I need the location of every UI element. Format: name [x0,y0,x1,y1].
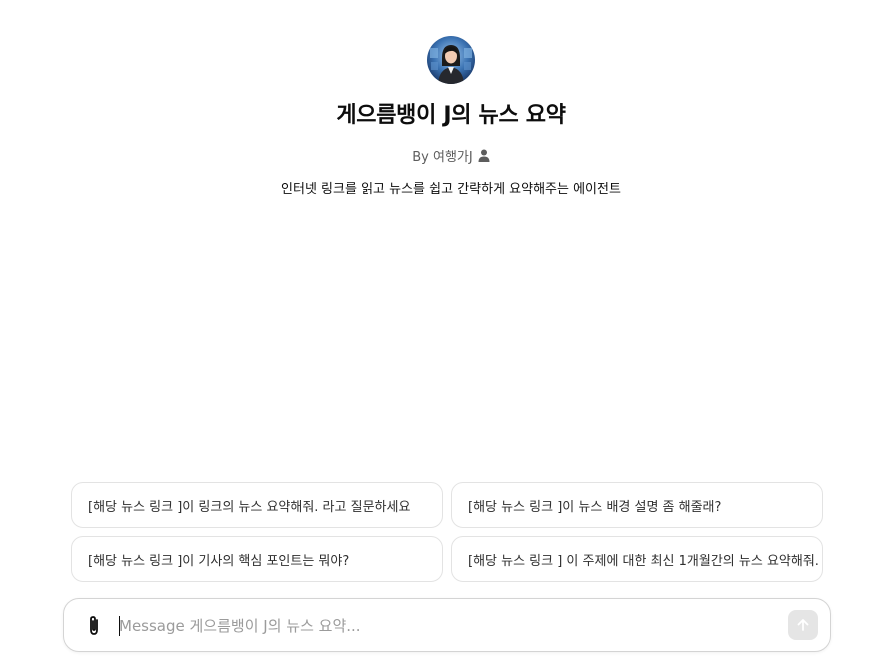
profile-avatar [427,36,475,84]
starter-label: [해당 뉴스 링크 ] 이 주제에 대한 최신 1개월간의 뉴스 요약해줘. [468,553,819,569]
starter-label: [해당 뉴스 링크 ]이 뉴스 배경 설명 좀 해줄래? [468,499,722,515]
conversation-starter[interactable]: [해당 뉴스 링크 ]이 뉴스 배경 설명 좀 해줄래? [451,482,823,528]
starter-label: [해당 뉴스 링크 ]이 링크의 뉴스 요약해줘. 라고 질문하세요 [88,499,411,515]
paperclip-icon [90,616,98,635]
gpt-byline: By 여행가J [0,146,887,165]
person-icon [478,149,490,162]
send-button[interactable] [788,610,818,640]
byline-text: By 여행가J [412,150,473,165]
conversation-starter[interactable]: [해당 뉴스 링크 ]이 링크의 뉴스 요약해줘. 라고 질문하세요 [71,482,443,528]
gpt-avatar [427,36,475,84]
message-composer [63,598,831,652]
gpt-title: 게으름뱅이 J의 뉴스 요약 [336,103,566,128]
arrow-up-icon [797,619,809,631]
text-cursor [119,616,120,636]
starter-label: [해당 뉴스 링크 ]이 기사의 핵심 포인트는 뭐야? [88,553,350,569]
chat-page: 게으름뱅이 J의 뉴스 요약 By 여행가J 인터넷 링크를 읽고 뉴스를 쉽고… [0,0,887,658]
attach-button[interactable] [82,614,106,638]
conversation-starter[interactable]: [해당 뉴스 링크 ] 이 주제에 대한 최신 1개월간의 뉴스 요약해줘. [451,536,823,582]
gpt-description: 인터넷 링크를 읽고 뉴스를 쉽고 간략하게 요약해주는 에이전트 [281,182,621,197]
message-input[interactable] [119,613,769,639]
conversation-starter[interactable]: [해당 뉴스 링크 ]이 기사의 핵심 포인트는 뭐야? [71,536,443,582]
